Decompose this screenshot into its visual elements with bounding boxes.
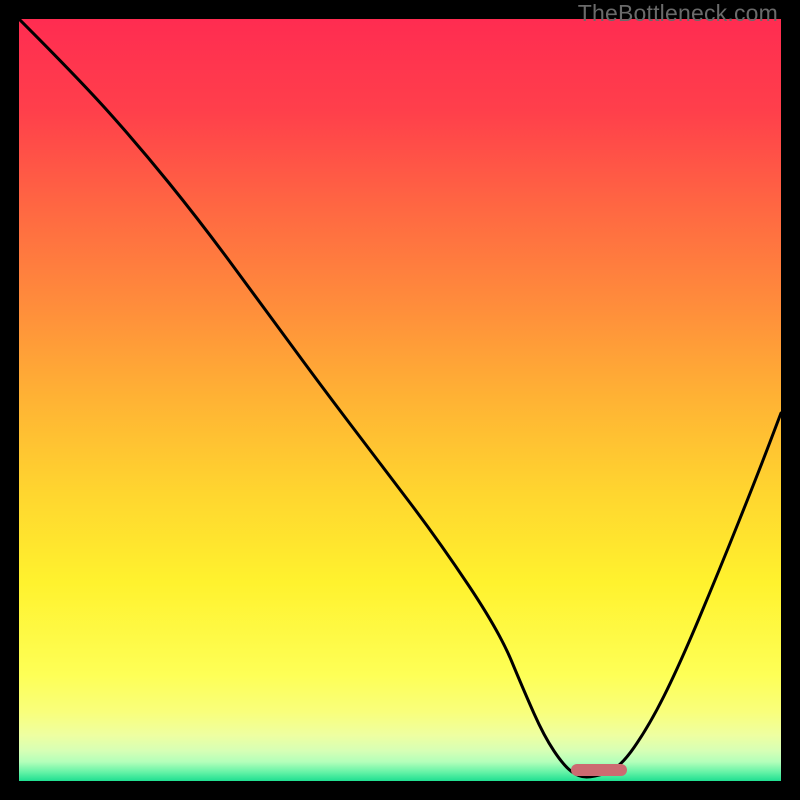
chart-svg bbox=[19, 19, 781, 781]
optimal-marker bbox=[571, 764, 627, 776]
gradient-background bbox=[19, 19, 781, 781]
chart-frame: TheBottleneck.com bbox=[0, 0, 800, 800]
watermark-label: TheBottleneck.com bbox=[578, 0, 778, 27]
plot-area bbox=[19, 19, 781, 781]
